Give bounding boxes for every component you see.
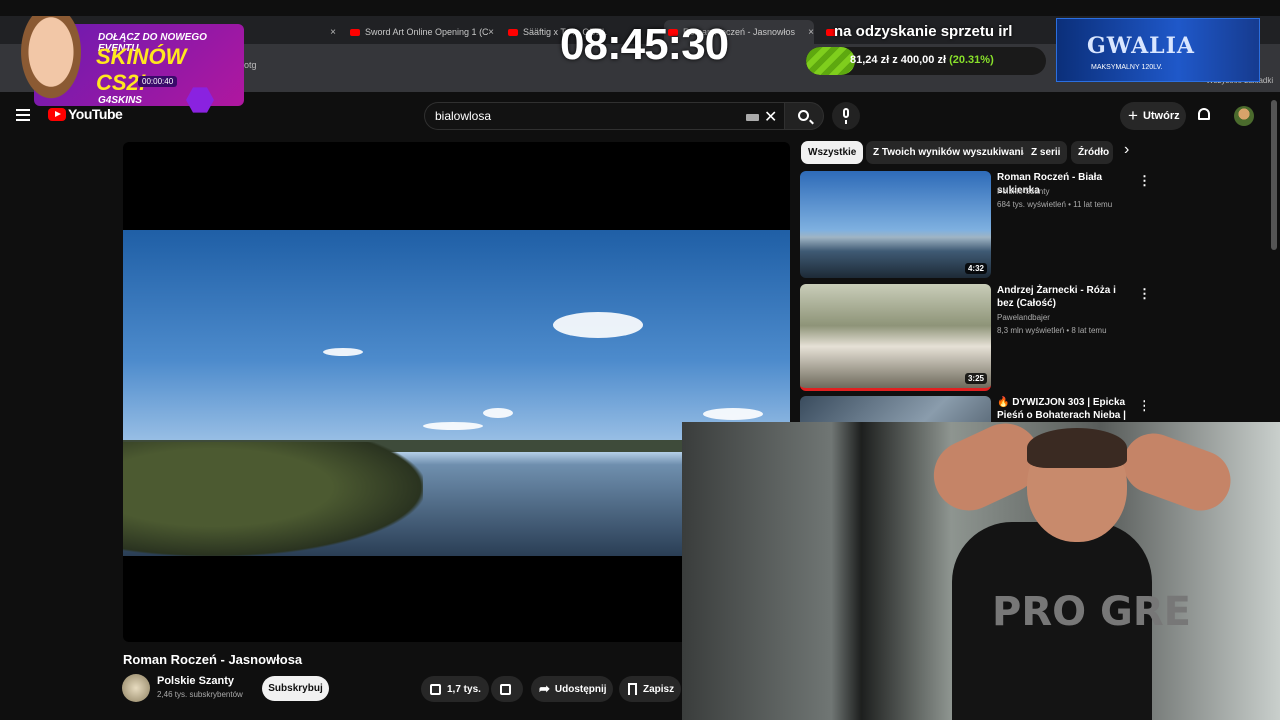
page-scrollbar[interactable] bbox=[1271, 100, 1277, 250]
donation-goal-fill bbox=[806, 47, 855, 75]
goal-of: z bbox=[892, 54, 898, 66]
goal-target: 400,00 zł bbox=[900, 54, 947, 66]
recommendation-item[interactable]: 3:25 Andrzej Żarnecki - Róża i bez (Cało… bbox=[800, 284, 1151, 392]
close-tab-icon[interactable]: × bbox=[808, 27, 814, 38]
youtube-header: YouTube ✕ + Utwórz bbox=[0, 96, 1280, 136]
channel-avatar[interactable] bbox=[122, 674, 150, 702]
voice-search-button[interactable] bbox=[832, 102, 860, 130]
donation-goal-text: 81,24 zł z 400,00 zł (20.31%) bbox=[850, 54, 994, 66]
share-icon: ➦ bbox=[539, 681, 550, 696]
gwalia-banner: GWALIA MAKSYMALNY 120LV. bbox=[1056, 18, 1260, 82]
more-options-icon[interactable]: ⋮ bbox=[1138, 286, 1151, 302]
close-tab-icon[interactable]: × bbox=[488, 27, 494, 38]
microphone-icon bbox=[843, 108, 849, 124]
create-button[interactable]: + Utwórz bbox=[1120, 102, 1186, 130]
notifications-bell-icon[interactable] bbox=[1198, 108, 1210, 120]
account-avatar[interactable] bbox=[1234, 106, 1254, 126]
youtube-favicon-icon bbox=[350, 28, 360, 36]
bookmark-icon bbox=[628, 683, 637, 695]
like-button[interactable]: 1,7 tys. bbox=[421, 676, 489, 702]
close-tab-icon[interactable]: × bbox=[330, 27, 336, 38]
goal-percent: (20.31%) bbox=[949, 54, 994, 66]
shirt-print: PRO GRE bbox=[992, 589, 1192, 635]
create-label: Utwórz bbox=[1142, 110, 1180, 122]
clear-search-icon[interactable]: ✕ bbox=[764, 107, 777, 127]
menu-icon[interactable] bbox=[16, 109, 30, 121]
donation-goal-title: na odzyskanie sprzetu irl bbox=[834, 23, 1013, 40]
recommendation-title[interactable]: Andrzej Żarnecki - Róża i bez (Całość) bbox=[997, 284, 1132, 310]
search-input[interactable] bbox=[435, 109, 735, 123]
chevron-right-icon[interactable]: › bbox=[1124, 141, 1129, 159]
screen: × Sword Art Online Opening 1 (C × Sääfti… bbox=[0, 0, 1280, 720]
webcam-overlay: PRO GRE bbox=[682, 422, 1280, 720]
recommendation-thumbnail[interactable]: 3:25 bbox=[800, 284, 991, 391]
more-options-icon[interactable]: ⋮ bbox=[1138, 398, 1145, 414]
thumbs-down-icon bbox=[500, 683, 511, 695]
cloud-shape bbox=[483, 408, 513, 418]
goal-amount: 81,24 zł bbox=[850, 54, 890, 66]
recommendation-meta: 8,3 mln wyświetleń • 8 lat temu bbox=[997, 326, 1107, 335]
share-label: Udostępnij bbox=[554, 683, 607, 695]
reeds-shape bbox=[123, 442, 423, 556]
recommendation-channel[interactable]: Polskie Szanty bbox=[997, 187, 1049, 196]
person-arm bbox=[1115, 424, 1239, 520]
search-button[interactable] bbox=[784, 102, 824, 130]
recommendation-channel[interactable]: Pawelandbajer bbox=[997, 313, 1050, 322]
promo-face-image bbox=[16, 16, 86, 106]
save-button[interactable]: Zapisz bbox=[619, 676, 681, 702]
subscribe-button[interactable]: Subskrybuj bbox=[262, 676, 329, 701]
cloud-shape bbox=[323, 348, 363, 356]
cloud-shape bbox=[703, 408, 763, 420]
chip-from-series[interactable]: Z serii bbox=[1024, 141, 1068, 164]
recommendation-thumbnail[interactable] bbox=[800, 396, 991, 422]
chip-all[interactable]: Wszystkie bbox=[801, 141, 864, 164]
recommendation-item[interactable]: 🔥 DYWIZJON 303 | Epicka Pieśń o Bohatera… bbox=[800, 396, 1145, 422]
cloud-shape bbox=[553, 312, 643, 338]
chip-from-search[interactable]: Z Twoich wyników wyszukiwania bbox=[866, 141, 1036, 164]
gwalia-subtitle: MAKSYMALNY 120LV. bbox=[1091, 64, 1163, 71]
promo-timer: 00:00:40 bbox=[138, 76, 178, 87]
video-duration: 4:32 bbox=[964, 263, 987, 274]
like-count: 1,7 tys. bbox=[447, 683, 481, 695]
plus-icon: + bbox=[1128, 106, 1138, 125]
person-hair bbox=[1027, 428, 1127, 468]
dislike-button[interactable] bbox=[491, 676, 523, 702]
youtube-logo-icon[interactable] bbox=[48, 108, 66, 121]
cloud-shape bbox=[423, 422, 483, 430]
more-options-icon[interactable]: ⋮ bbox=[1138, 173, 1151, 189]
browser-tab[interactable]: Sword Art Online Opening 1 (C × bbox=[350, 20, 494, 44]
tab-title: Sword Art Online Opening 1 (C bbox=[365, 27, 489, 37]
share-button[interactable]: ➦ Udostępnij bbox=[531, 676, 613, 702]
subscriber-count: 2,46 tys. subskrybentów bbox=[157, 690, 243, 699]
youtube-wordmark[interactable]: YouTube bbox=[68, 106, 123, 122]
recommendation-item[interactable]: 4:32 Roman Roczeń - Biała sukienka Polsk… bbox=[800, 171, 1151, 279]
recommendation-meta: 684 tys. wyświetleń • 11 lat temu bbox=[997, 200, 1113, 209]
video-duration: 3:25 bbox=[964, 373, 987, 384]
channel-name[interactable]: Polskie Szanty bbox=[157, 675, 234, 687]
gwalia-title: GWALIA bbox=[1087, 33, 1195, 59]
youtube-favicon-icon bbox=[508, 28, 518, 36]
search-box[interactable]: ✕ bbox=[424, 102, 786, 130]
stream-timer: 08:45:30 bbox=[560, 20, 729, 69]
thumbs-up-icon bbox=[430, 683, 441, 695]
chip-source[interactable]: Źródło bbox=[1071, 141, 1113, 164]
search-icon bbox=[798, 110, 809, 121]
video-title: Roman Roczeń - Jasnowłosa bbox=[123, 652, 303, 667]
promo-line-2: SKINÓW CS2! bbox=[96, 44, 187, 95]
recommendation-title[interactable]: 🔥 DYWIZJON 303 | Epicka Pieśń o Bohatera… bbox=[997, 396, 1132, 422]
save-label: Zapisz bbox=[643, 683, 675, 695]
browser-tab[interactable]: × bbox=[240, 20, 336, 44]
recommendation-thumbnail[interactable]: 4:32 bbox=[800, 171, 991, 278]
keyboard-icon[interactable] bbox=[746, 114, 759, 121]
